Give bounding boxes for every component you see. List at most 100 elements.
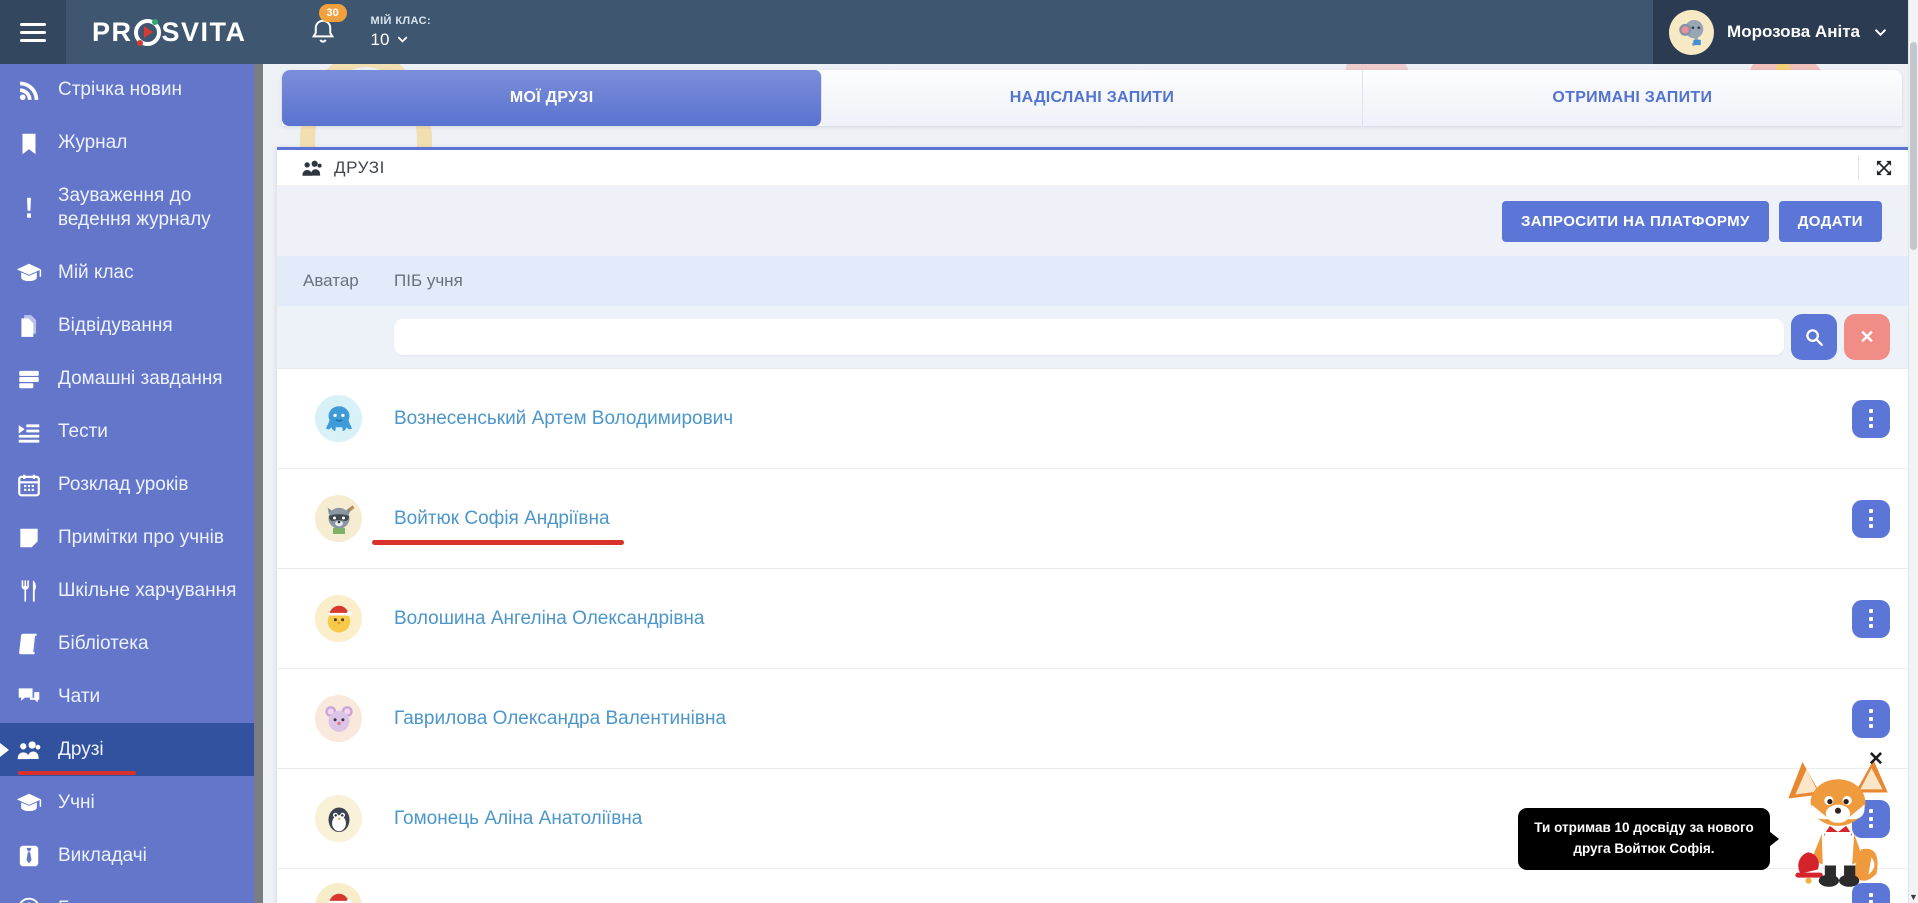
- student-name-link[interactable]: Гаврилова Олександра Валентинівна: [394, 708, 726, 730]
- sidebar-item-schedule[interactable]: Розклад уроків: [0, 458, 254, 511]
- parent-icon: [16, 896, 42, 903]
- column-header-student-name: ПІБ учня: [394, 271, 1908, 291]
- hamburger-menu-button[interactable]: [0, 0, 66, 64]
- row-actions-button[interactable]: [1852, 700, 1890, 738]
- sidebar-menu: Стрічка новин Журнал Зауваження до ведення…: [0, 64, 254, 903]
- invite-to-platform-button[interactable]: ЗАПРОСИТИ НА ПЛАТФОРМУ: [1502, 201, 1769, 242]
- my-class-value: 10: [371, 30, 390, 50]
- search-input[interactable]: [394, 319, 1784, 355]
- row-actions-button[interactable]: [1852, 500, 1890, 538]
- friend-row: Волошина Ангеліна Олександрівна: [277, 568, 1908, 668]
- app-logo[interactable]: PR SVITA: [92, 17, 247, 48]
- top-navbar: PR SVITA 30 МІЙ КЛАС: 10 Морозова Аніта: [0, 0, 1918, 64]
- student-name-link[interactable]: Волошина Ангеліна Олександрівна: [394, 608, 704, 630]
- sidebar-item-friends[interactable]: Друзі: [0, 723, 254, 776]
- student-name-link[interactable]: Вознесенський Артем Володимирович: [394, 408, 733, 430]
- bookmark-icon: [16, 131, 42, 157]
- fox-mascot[interactable]: [1782, 760, 1894, 902]
- sidebar-item-homework[interactable]: Домашні завдання: [0, 352, 254, 405]
- tests-icon: [16, 419, 42, 445]
- sidebar-item-label: Примітки про учнів: [58, 526, 224, 551]
- user-name: Морозова Аніта: [1727, 22, 1860, 42]
- avatar-chick: [315, 883, 362, 903]
- friend-row: [277, 868, 1908, 903]
- friend-row: Гаврилова Олександра Валентинівна: [277, 668, 1908, 768]
- sidebar-item-school-meals[interactable]: Шкільне харчування: [0, 564, 254, 617]
- friends-group-icon: [301, 157, 323, 179]
- notification-count-badge: 30: [319, 4, 347, 22]
- pages-icon: [16, 313, 42, 339]
- sidebar-item-tests[interactable]: Тести: [0, 405, 254, 458]
- chevron-down-icon: [396, 33, 409, 46]
- tab-my-friends[interactable]: МОЇ ДРУЗІ: [282, 70, 822, 126]
- sidebar-scrollbar[interactable]: [254, 64, 263, 903]
- logo-text-pre: PR: [92, 17, 133, 48]
- page-scrollbar[interactable]: ▼: [1908, 0, 1918, 903]
- my-class-selector[interactable]: МІЙ КЛАС: 10: [371, 15, 432, 50]
- search-button[interactable]: [1791, 314, 1837, 360]
- sidebar-item-label: Чати: [58, 685, 100, 710]
- search-icon: [1803, 326, 1825, 348]
- sidebar-item-label: Мій клас: [58, 261, 134, 286]
- chevron-down-icon: [1873, 25, 1888, 40]
- sidebar-item-label: Розклад уроків: [58, 473, 189, 498]
- scrollbar-down-arrow[interactable]: ▼: [1909, 892, 1918, 902]
- sidebar-item-label: Батьки: [58, 897, 118, 903]
- sidebar-item-label: Шкільне харчування: [58, 579, 236, 604]
- sidebar-item-label: Друзі: [58, 738, 104, 763]
- user-menu[interactable]: Морозова Аніта: [1653, 0, 1918, 64]
- friends-icon: [16, 737, 42, 763]
- sidebar-item-students[interactable]: Учні: [0, 776, 254, 829]
- tab-received-requests[interactable]: ОТРИМАНІ ЗАПИТИ: [1363, 70, 1902, 126]
- avatar-chick: [315, 595, 362, 642]
- student-name-link[interactable]: Гомонець Аліна Анатоліївна: [394, 808, 642, 830]
- scrollbar-thumb[interactable]: [1910, 42, 1917, 250]
- sidebar-item-my-class[interactable]: Мій клас: [0, 246, 254, 299]
- expand-icon[interactable]: [1874, 158, 1894, 178]
- sidebar-item-journal[interactable]: Журнал: [0, 117, 254, 170]
- experience-toast: Ти отримав 10 досвіду за нового друга Во…: [1518, 808, 1770, 870]
- column-header-avatar: Аватар: [277, 271, 394, 291]
- avatar-penguin: [315, 795, 362, 842]
- sidebar-item-label: Відвідування: [58, 314, 173, 339]
- logo-text-post: SVITA: [162, 17, 247, 48]
- sidebar-item-chats[interactable]: Чати: [0, 670, 254, 723]
- rss-icon: [16, 78, 42, 104]
- stack-icon: [16, 366, 42, 392]
- friends-tab-bar: МОЇ ДРУЗІ НАДІСЛАНІ ЗАПИТИ ОТРИМАНІ ЗАПИ…: [282, 70, 1902, 126]
- sidebar-item-teachers[interactable]: Викладачі: [0, 829, 254, 882]
- sidebar-item-journal-remarks[interactable]: Зауваження до ведення журналу: [0, 170, 254, 246]
- sidebar-nav: Стрічка новин Журнал Зауваження до ведення…: [0, 64, 254, 903]
- panel-header: ДРУЗІ: [277, 150, 1908, 186]
- toast-line1: Ти отримав 10 досвіду за нового: [1528, 818, 1760, 839]
- panel-title: ДРУЗІ: [334, 158, 385, 178]
- add-friend-button[interactable]: ДОДАТИ: [1779, 201, 1882, 242]
- friends-panel: ДРУЗІ ЗАПРОСИТИ НА ПЛАТФОРМУ ДОДАТИ Ават…: [277, 147, 1908, 903]
- mascot-close-icon[interactable]: ✕: [1868, 750, 1884, 769]
- sidebar-item-library[interactable]: Бібліотека: [0, 617, 254, 670]
- book-icon: [16, 631, 42, 657]
- sidebar-item-label: Учні: [58, 791, 95, 816]
- sidebar-item-attendance[interactable]: Відвідування: [0, 299, 254, 352]
- tie-icon: [16, 843, 42, 869]
- clear-search-button[interactable]: ✕: [1844, 314, 1890, 360]
- notifications-bell-icon[interactable]: 30: [309, 17, 337, 47]
- avatar-mouse: [315, 695, 362, 742]
- graduation-cap-icon: [16, 790, 42, 816]
- sidebar-item-news-feed[interactable]: Стрічка новин: [0, 64, 254, 117]
- sidebar-item-parents[interactable]: Батьки: [0, 882, 254, 903]
- row-actions-button[interactable]: [1852, 400, 1890, 438]
- toast-line2: друга Войтюк Софія.: [1528, 839, 1760, 860]
- student-name-link[interactable]: Войтюк Софія Андріївна: [394, 508, 610, 530]
- row-actions-button[interactable]: [1852, 600, 1890, 638]
- sidebar-item-label: Бібліотека: [58, 632, 149, 657]
- exclamation-icon: [16, 195, 42, 221]
- annotation-underline: [18, 771, 136, 776]
- logo-play-icon: [134, 19, 161, 46]
- my-class-label: МІЙ КЛАС:: [371, 15, 432, 27]
- sidebar-item-student-notes[interactable]: Примітки про учнів: [0, 511, 254, 564]
- sidebar-item-label: Журнал: [58, 131, 127, 156]
- tab-sent-requests[interactable]: НАДІСЛАНІ ЗАПИТИ: [822, 70, 1362, 126]
- note-icon: [16, 525, 42, 551]
- avatar-octopus: [315, 395, 362, 442]
